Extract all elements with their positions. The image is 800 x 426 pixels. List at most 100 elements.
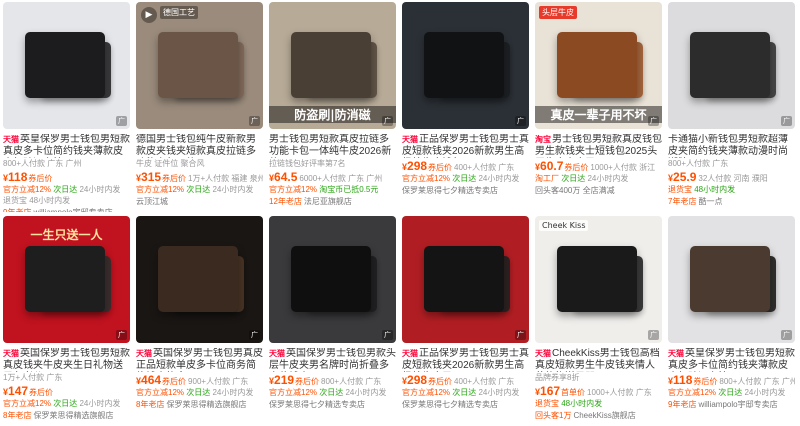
product-title-text[interactable]: 男士钱包男短款真皮钱包男生款钱夹士短钱包2025头层牛皮夹皮男	[535, 134, 662, 158]
product-image[interactable]: 广	[3, 2, 130, 129]
sales-count: 6000+人付款 广东 广州	[299, 174, 383, 183]
product-title[interactable]: 男士钱包男短款真皮拉链多功能卡包一体纯牛皮2026新款	[269, 134, 396, 158]
shop-name[interactable]: 云顶江城	[136, 197, 168, 206]
wallet-shape	[557, 246, 637, 312]
product-title[interactable]: 卡通猫小新钱包男短款超薄皮夹简约钱夹薄款动漫时尚潮牌	[668, 134, 795, 158]
product-card[interactable]: Cheek Kiss 广天猫CheekKiss男士钱包高档真皮短款男生牛皮钱夹情人…	[535, 216, 662, 426]
play-icon[interactable]: ▶	[141, 7, 157, 23]
product-card[interactable]: 广天猫英皇保罗男士钱包男短款真皮多卡位简约钱夹薄款皮夹驾驶证套拉¥118券后价8…	[668, 216, 795, 426]
shop-name[interactable]: CheekKiss旗舰店	[573, 411, 635, 420]
product-title-text[interactable]: 英皇保罗男士钱包男短款真皮多卡位简约钱夹薄款皮夹驾驶证套拉	[668, 348, 795, 372]
shop-link[interactable]: 保罗莱思得七夕精选专卖店	[269, 399, 396, 411]
shop-link[interactable]: 12年老店 法尼亚旗舰店	[269, 196, 396, 208]
service-tags: 官方立减12% 次日达 24小时内发	[3, 184, 130, 195]
platform-badge: 天猫	[668, 349, 684, 358]
shop-link[interactable]: 保罗莱思得七夕精选专卖店	[402, 185, 529, 197]
product-image[interactable]: 广	[668, 2, 795, 129]
product-title-text[interactable]: 德国男士钱包纯牛皮新款男款皮夹钱夹短款真皮拉链多功能卡包一体	[136, 134, 256, 158]
product-image[interactable]: ▶ 德国工艺广	[136, 2, 263, 129]
product-title-text[interactable]: 男士钱包男短款真皮拉链多功能卡包一体纯牛皮2026新款	[269, 134, 391, 158]
product-card[interactable]: 防盗刷|防消磁广男士钱包男短款真皮拉链多功能卡包一体纯牛皮2026新款拉链钱包好…	[269, 2, 396, 212]
service-tags: 官方立减12% 次日达 24小时内发	[136, 184, 263, 195]
price-note: 券后价	[428, 377, 453, 386]
shop-link[interactable]: 8年老店 保罗莱思得精选旗舰店	[3, 410, 130, 422]
product-title-text[interactable]: 正品保罗男士钱包男士真皮短款钱夹2026新款男生高级纯牛皮男	[402, 348, 529, 372]
price-value: 147	[8, 384, 29, 398]
product-card[interactable]: 广天猫正品保罗男士钱包男士真皮短款钱夹2026新款男生高级纯牛皮男¥298券后价…	[402, 216, 529, 426]
product-image[interactable]: 广	[668, 216, 795, 343]
price-value: 298	[407, 373, 428, 387]
shop-link[interactable]: 7年老店 酷一点	[668, 196, 795, 208]
ad-tag: 广	[515, 330, 526, 340]
image-overlay-text: 真皮一辈子用不坏	[535, 106, 662, 123]
product-title-text[interactable]: CheekKiss男士钱包高档真皮短款男生牛皮钱夹情人节礼物送男朋	[535, 348, 660, 372]
price: ¥118	[3, 170, 27, 184]
product-title[interactable]: 淘宝男士钱包男短款真皮钱包男生款钱夹士短钱包2025头层牛皮夹皮男	[535, 134, 662, 158]
shop-link[interactable]: 回头客400万 全店满减	[535, 185, 662, 197]
product-title[interactable]: 天猫英皇保罗男士钱包男短款真皮多卡位简约钱夹薄款皮夹驾驶证套拉	[668, 348, 795, 372]
product-title-text[interactable]: 英国保罗男士钱包男短款真皮钱夹牛皮夹生日礼物送男友老公	[3, 348, 130, 372]
shop-age-badge: 回头客1万	[535, 411, 572, 420]
price-row: ¥464券后价 900+人付款 广东	[136, 372, 263, 387]
product-image[interactable]: 头层牛皮 真皮一辈子用不坏广	[535, 2, 662, 129]
product-image[interactable]: Cheek Kiss 广	[535, 216, 662, 343]
product-card[interactable]: 广卡通猫小新钱包男短款超薄皮夹简约钱夹薄款动漫时尚潮牌800+人付款 广东¥25…	[668, 2, 795, 212]
product-grid: 广天猫英皇保罗男士钱包男短款真皮多卡位简约钱夹薄款皮夹驾驶证套拉800+人付款 …	[3, 2, 799, 426]
product-image[interactable]: 广	[269, 216, 396, 343]
shop-name[interactable]: 酷一点	[698, 197, 722, 206]
shop-name[interactable]: 保罗莱思得七夕精选专卖店	[269, 400, 365, 409]
sales-count: 800+人付款 广东 广州	[719, 377, 795, 386]
product-title-text[interactable]: 英国保罗男士钱包男真皮正品短款单皮多卡位商务简约钱夹礼盒	[136, 348, 263, 372]
platform-badge: 天猫	[402, 135, 418, 144]
product-card[interactable]: 广天猫英皇保罗男士钱包男短款真皮多卡位简约钱夹薄款皮夹驾驶证套拉800+人付款 …	[3, 2, 130, 212]
product-title[interactable]: 天猫英国保罗男士钱包男真皮正品短款单皮多卡位商务简约钱夹礼盒	[136, 348, 263, 372]
product-card[interactable]: ▶德国工艺广德国男士钱包纯牛皮新款男款皮夹钱夹短款真皮拉链多功能卡包一体牛皮 证…	[136, 2, 263, 212]
product-title-text[interactable]: 正品保罗男士钱包男士真皮短款钱夹2026新款男生高级纯牛皮钱包	[402, 134, 529, 158]
product-title[interactable]: 天猫英国保罗男士钱包男款头层牛皮夹男名牌时尚折叠多卡位钱夹	[269, 348, 396, 372]
sales-count: 400+人付款 广东	[454, 163, 515, 172]
product-card[interactable]: 广天猫英国保罗男士钱包男真皮正品短款单皮多卡位商务简约钱夹礼盒¥464券后价90…	[136, 216, 263, 426]
ad-tag: 广	[382, 116, 393, 126]
product-image[interactable]: 广	[402, 216, 529, 343]
product-title-text[interactable]: 卡通猫小新钱包男短款超薄皮夹简约钱夹薄款动漫时尚潮牌	[668, 134, 788, 158]
price-note: 首单价	[561, 388, 586, 397]
shop-name[interactable]: williampolo宇邸专卖店	[698, 400, 777, 409]
product-title[interactable]: 天猫正品保罗男士钱包男士真皮短款钱夹2026新款男生高级纯牛皮钱包	[402, 134, 529, 158]
shop-link[interactable]: 回头客1万 CheekKiss旗舰店	[535, 410, 662, 422]
shop-link[interactable]: 9年老店williampolo宇邸专卖店	[3, 207, 130, 212]
service-tag: 次日达	[452, 174, 477, 183]
shop-link[interactable]: 保罗莱思得七夕精选专卖店	[402, 399, 529, 411]
product-card[interactable]: 头层牛皮 真皮一辈子用不坏广淘宝男士钱包男短款真皮钱包男生款钱夹士短钱包2025头…	[535, 2, 662, 212]
service-tag: 官方立减12%	[269, 185, 318, 194]
shop-link[interactable]: 云顶江城	[136, 196, 263, 208]
product-meta: 1万+人付款 广东	[3, 373, 63, 382]
shop-name[interactable]: 法尼亚旗舰店	[304, 197, 352, 206]
shop-name[interactable]: 保罗莱思得精选旗舰店	[166, 400, 246, 409]
product-image[interactable]: 广	[402, 2, 529, 129]
product-title-text[interactable]: 英国保罗男士钱包男款头层牛皮夹男名牌时尚折叠多卡位钱夹	[269, 348, 396, 372]
platform-badge: 天猫	[3, 349, 19, 358]
shop-name[interactable]: 保罗莱思得七夕精选专卖店	[402, 400, 498, 409]
platform-badge: 天猫	[402, 349, 418, 358]
product-title-text[interactable]: 英皇保罗男士钱包男短款真皮多卡位简约钱夹薄款皮夹驾驶证套拉	[3, 134, 130, 158]
product-title[interactable]: 天猫CheekKiss男士钱包高档真皮短款男生牛皮钱夹情人节礼物送男朋	[535, 348, 662, 372]
product-title[interactable]: 德国男士钱包纯牛皮新款男款皮夹钱夹短款真皮拉链多功能卡包一体	[136, 134, 263, 158]
ad-tag: 广	[249, 116, 260, 126]
product-title[interactable]: 天猫英国保罗男士钱包男短款真皮钱夹牛皮夹生日礼物送男友老公	[3, 348, 130, 372]
price-value: 118	[673, 373, 693, 387]
product-image[interactable]: 广	[136, 216, 263, 343]
product-title[interactable]: 天猫英皇保罗男士钱包男短款真皮多卡位简约钱夹薄款皮夹驾驶证套拉	[3, 134, 130, 158]
shop-name[interactable]: williampolo宇邸专卖店	[33, 208, 112, 212]
product-title[interactable]: 天猫正品保罗男士钱包男士真皮短款钱夹2026新款男生高级纯牛皮男	[402, 348, 529, 372]
shop-age-badge: 9年老店	[668, 400, 697, 409]
product-card[interactable]: 一生只送一人广天猫英国保罗男士钱包男短款真皮钱夹牛皮夹生日礼物送男友老公1万+人…	[3, 216, 130, 426]
product-image[interactable]: 一生只送一人广	[3, 216, 130, 343]
product-card[interactable]: 广天猫正品保罗男士钱包男士真皮短款钱夹2026新款男生高级纯牛皮钱包¥298券后…	[402, 2, 529, 212]
shop-link[interactable]: 8年老店 保罗莱思得精选旗舰店	[136, 399, 263, 411]
shop-name[interactable]: 回头客400万 全店满减	[535, 186, 615, 195]
product-image[interactable]: 防盗刷|防消磁广	[269, 2, 396, 129]
product-card[interactable]: 广天猫英国保罗男士钱包男款头层牛皮夹男名牌时尚折叠多卡位钱夹¥219券后价800…	[269, 216, 396, 426]
shop-link[interactable]: 9年老店williampolo宇邸专卖店	[668, 399, 795, 411]
shop-name[interactable]: 保罗莱思得七夕精选专卖店	[402, 186, 498, 195]
shop-name[interactable]: 保罗莱思得精选旗舰店	[33, 411, 113, 420]
